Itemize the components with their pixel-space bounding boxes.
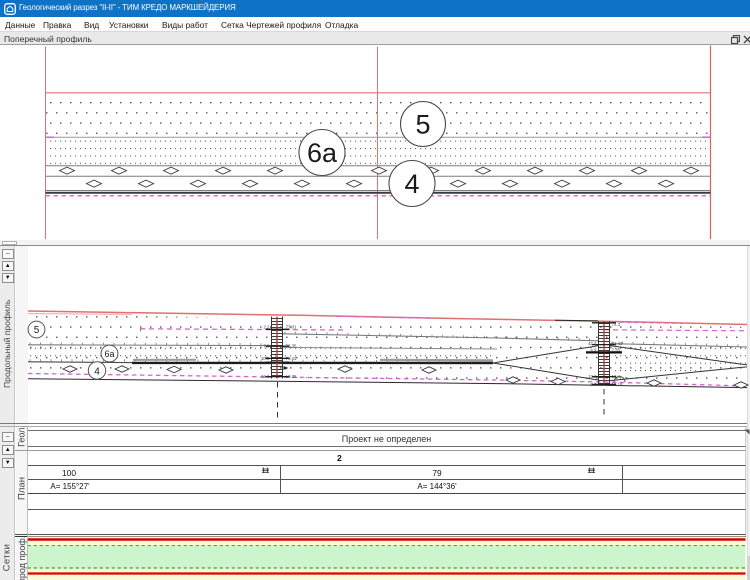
svg-text:77.01: 77.01 — [286, 325, 298, 330]
svg-text:10.35: 10.35 — [286, 374, 298, 379]
svg-text:16.6: 16.6 — [261, 374, 270, 379]
svg-text:71.42: 71.42 — [612, 341, 624, 346]
svg-text:6.3: 6.3 — [590, 382, 597, 387]
svg-text:13.2: 13.2 — [588, 374, 597, 379]
svg-text:6а: 6а — [104, 349, 114, 359]
svg-text:4.9: 4.9 — [590, 348, 597, 353]
svg-text:74.3: 74.3 — [612, 322, 621, 327]
svg-text:7,5: 7,5 — [263, 343, 270, 348]
svg-text:10.4: 10.4 — [612, 374, 621, 379]
svg-text:6а: 6а — [307, 138, 338, 168]
svg-text:70.41: 70.41 — [286, 356, 298, 361]
svg-text:2.2: 2.2 — [263, 325, 270, 330]
svg-text:4: 4 — [404, 169, 419, 199]
svg-text:10.18: 10.18 — [612, 382, 624, 387]
svg-text:4: 4 — [94, 366, 100, 377]
svg-text:10.3: 10.3 — [261, 356, 270, 361]
svg-text:7.35: 7.35 — [612, 348, 621, 353]
svg-text:42.4: 42.4 — [588, 341, 597, 346]
svg-text:72.35: 72.35 — [286, 343, 298, 348]
svg-text:5: 5 — [34, 325, 40, 336]
svg-text:5: 5 — [415, 110, 430, 140]
